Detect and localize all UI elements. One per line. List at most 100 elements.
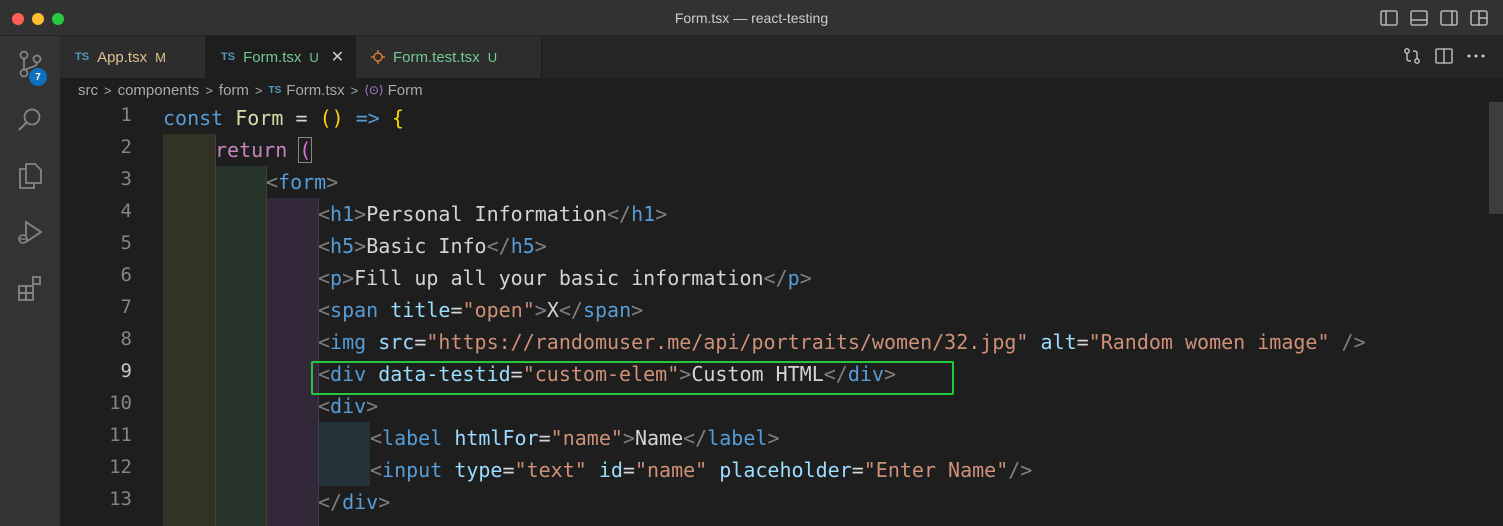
attribute: src <box>378 330 415 354</box>
attribute: placeholder <box>719 458 852 482</box>
punct: < <box>370 458 383 482</box>
operator: = <box>538 426 551 450</box>
more-actions-icon[interactable] <box>1467 46 1485 66</box>
code-line[interactable]: <label htmlFor="name">Name</label> <box>370 422 779 454</box>
tab-label: Form.test.tsx <box>393 48 480 66</box>
punct: > <box>622 426 635 450</box>
tab-app-tsx[interactable]: TS App.tsx M <box>60 36 206 78</box>
punct: > <box>679 362 692 386</box>
run-debug-icon[interactable] <box>0 208 60 256</box>
code-line[interactable]: <span title="open">X</span> <box>318 294 643 326</box>
punct: > <box>326 170 339 194</box>
toggle-panel-icon[interactable] <box>1409 8 1429 28</box>
line-number: 7 <box>120 296 132 318</box>
tag: h1 <box>330 202 355 226</box>
toggle-secondary-sidebar-icon[interactable] <box>1439 8 1459 28</box>
line-number: 2 <box>120 136 132 158</box>
extensions-icon[interactable] <box>0 264 60 312</box>
code-line[interactable]: <img src="https://randomuser.me/api/port… <box>318 326 1366 358</box>
line-number: 6 <box>120 264 132 286</box>
attribute: title <box>390 298 451 322</box>
code-line[interactable]: const Form = () => { <box>163 102 404 134</box>
code-line[interactable]: <input type="text" id="name" placeholder… <box>370 454 1032 486</box>
operator: = <box>851 458 864 482</box>
editor-tab-bar: TS App.tsx M TS Form.tsx U ✕ Form.test.t… <box>60 36 1503 78</box>
punct: > <box>354 234 367 258</box>
string: "text" <box>514 458 587 482</box>
operator: = <box>510 362 523 386</box>
punct: > <box>354 202 367 226</box>
code-line[interactable]: <p>Fill up all your basic information</p… <box>318 262 812 294</box>
punct: < <box>318 266 331 290</box>
git-status-badge: M <box>155 49 166 65</box>
punct: </ <box>486 234 511 258</box>
tab-form-tsx[interactable]: TS Form.tsx U ✕ <box>206 36 356 78</box>
split-editor-icon[interactable] <box>1435 46 1453 66</box>
customize-layout-icon[interactable] <box>1469 8 1489 28</box>
indent-guide-band <box>318 422 370 486</box>
source-control-icon[interactable]: 7 <box>0 40 60 88</box>
paren: ( <box>298 137 313 163</box>
code-line[interactable]: <h5>Basic Info</h5> <box>318 230 547 262</box>
explorer-icon[interactable] <box>0 152 60 200</box>
indent-guide-line <box>266 166 267 526</box>
punct: < <box>318 330 331 354</box>
punct: < <box>370 426 383 450</box>
breadcrumb-symbol[interactable]: Form <box>388 82 423 99</box>
punct: > <box>631 298 644 322</box>
jsx-text: Name <box>634 426 684 450</box>
chevron-right-icon: > <box>350 82 359 98</box>
string: "name" <box>550 426 623 450</box>
toggle-primary-sidebar-icon[interactable] <box>1379 8 1399 28</box>
code-line-highlighted[interactable]: <div data-testid="custom-elem">Custom HT… <box>318 358 896 390</box>
tag: p <box>787 266 800 290</box>
string: "name" <box>634 458 708 482</box>
operator: = <box>622 458 635 482</box>
operator: = <box>414 330 427 354</box>
code-line[interactable]: return ( <box>215 134 313 166</box>
breadcrumb-file[interactable]: Form.tsx <box>286 82 344 99</box>
brace: { <box>391 106 404 130</box>
attribute: alt <box>1040 330 1077 354</box>
chevron-right-icon: > <box>205 82 213 98</box>
vertical-scrollbar[interactable] <box>1489 102 1503 214</box>
punct: > <box>534 234 547 258</box>
jsx-text: Custom HTML <box>691 362 824 386</box>
git-status-badge: U <box>309 49 319 65</box>
operator: = <box>1076 330 1089 354</box>
punct: > <box>378 490 391 514</box>
tag: input <box>382 458 443 482</box>
close-tab-icon[interactable]: ✕ <box>331 47 344 67</box>
tag: div <box>847 362 884 386</box>
code-line[interactable]: <div> <box>318 390 378 422</box>
line-number: 8 <box>120 328 132 350</box>
open-changes-icon[interactable] <box>1403 46 1421 66</box>
code-line[interactable]: <h1>Personal Information</h1> <box>318 198 667 230</box>
punct: > <box>799 266 812 290</box>
search-icon[interactable] <box>0 96 60 144</box>
breadcrumb-item[interactable]: components <box>118 82 200 99</box>
breadcrumb-item[interactable]: src <box>78 82 98 99</box>
tag: label <box>707 426 768 450</box>
indent-guide-band <box>163 134 215 526</box>
tag: h1 <box>631 202 656 226</box>
symbol-icon: ⟨⊙⟩ <box>364 83 384 97</box>
code-editor[interactable]: 1 2 3 4 5 6 7 8 9 10 11 12 13 const Form… <box>60 102 1503 526</box>
tab-form-test-tsx[interactable]: Form.test.tsx U <box>356 36 542 78</box>
line-number: 4 <box>120 200 132 222</box>
line-number: 3 <box>120 168 132 190</box>
punct: > <box>342 266 355 290</box>
breadcrumb-item[interactable]: form <box>219 82 249 99</box>
jsx-text: Personal Information <box>366 202 608 226</box>
chevron-right-icon: > <box>254 82 263 98</box>
code-line[interactable]: </div> <box>318 486 390 518</box>
title-bar: Form.tsx — react-testing <box>0 0 1503 36</box>
punct: > <box>767 426 780 450</box>
attribute: type <box>454 458 503 482</box>
attribute: id <box>598 458 623 482</box>
line-number: 12 <box>109 456 132 478</box>
code-line[interactable]: <form> <box>266 166 338 198</box>
line-number: 11 <box>109 424 132 446</box>
tag: p <box>330 266 343 290</box>
tag: span <box>582 298 632 322</box>
